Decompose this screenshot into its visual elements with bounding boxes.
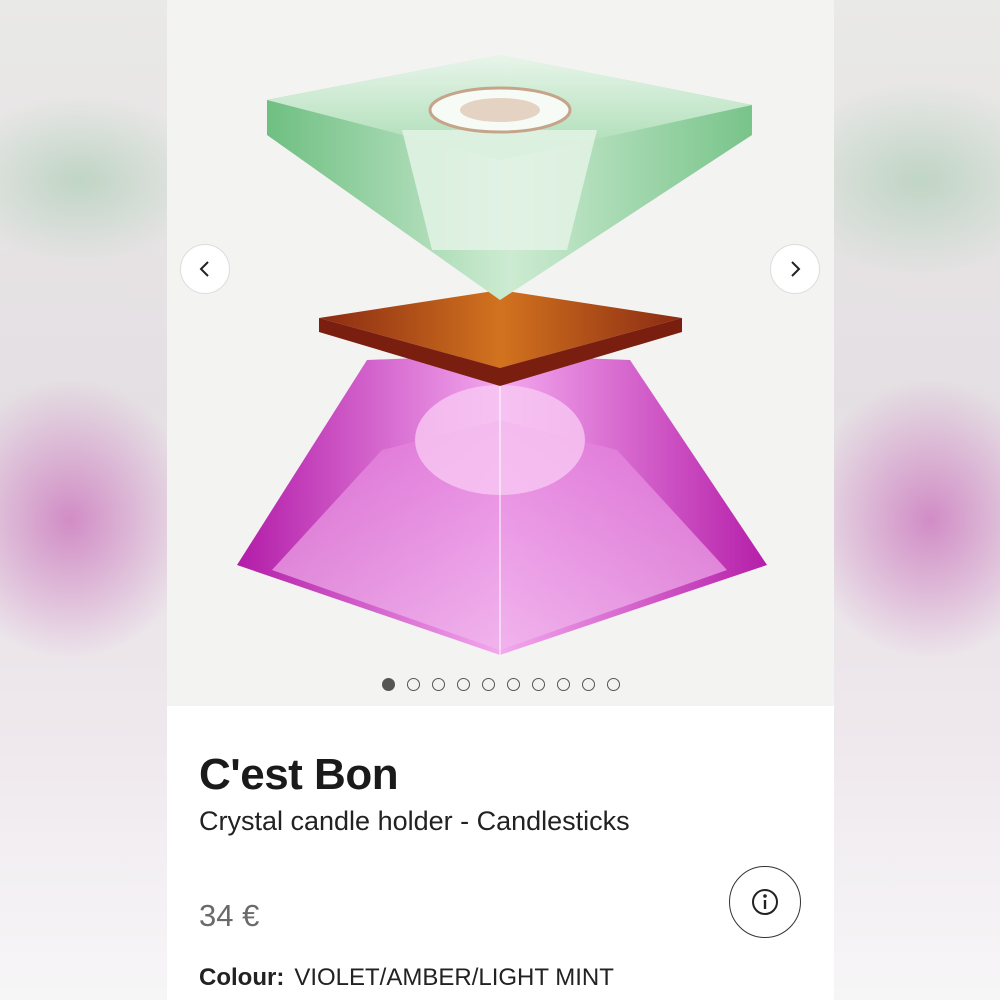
- product-info: C'est Bon Crystal candle holder - Candle…: [167, 706, 834, 1000]
- pagination-dot[interactable]: [431, 678, 445, 691]
- amber-collar-top: [319, 290, 682, 368]
- product-subtitle: Crystal candle holder - Candlesticks: [199, 806, 630, 836]
- pagination-dot[interactable]: [381, 678, 395, 691]
- product-info-button[interactable]: [729, 866, 801, 938]
- pagination-dot[interactable]: [556, 678, 570, 691]
- chevron-left-icon: [199, 261, 209, 277]
- product-image: [237, 55, 767, 655]
- pagination-dot[interactable]: [456, 678, 470, 691]
- pagination-dot[interactable]: [481, 678, 495, 691]
- info-icon: [752, 889, 778, 915]
- pagination-dot[interactable]: [606, 678, 620, 691]
- product-brand: C'est Bon: [199, 750, 399, 799]
- next-image-button[interactable]: [770, 244, 820, 294]
- image-gallery[interactable]: [167, 0, 834, 706]
- gallery-pagination: [167, 678, 834, 691]
- pagination-dot[interactable]: [531, 678, 545, 691]
- screen: C'est Bon Crystal candle holder - Candle…: [0, 0, 1000, 1000]
- colour-label: Colour:: [199, 964, 285, 991]
- colour-row: Colour: VIOLET/AMBER/LIGHT MINT: [199, 964, 614, 992]
- previous-image-button[interactable]: [180, 244, 230, 294]
- pagination-dot[interactable]: [506, 678, 520, 691]
- colour-value: VIOLET/AMBER/LIGHT MINT: [294, 964, 614, 991]
- product-price: 34 €: [199, 898, 260, 933]
- pagination-dot[interactable]: [406, 678, 420, 691]
- chevron-right-icon: [791, 261, 801, 277]
- mint-center: [402, 130, 597, 250]
- product-card: C'est Bon Crystal candle holder - Candle…: [167, 0, 834, 1000]
- pagination-dot[interactable]: [581, 678, 595, 691]
